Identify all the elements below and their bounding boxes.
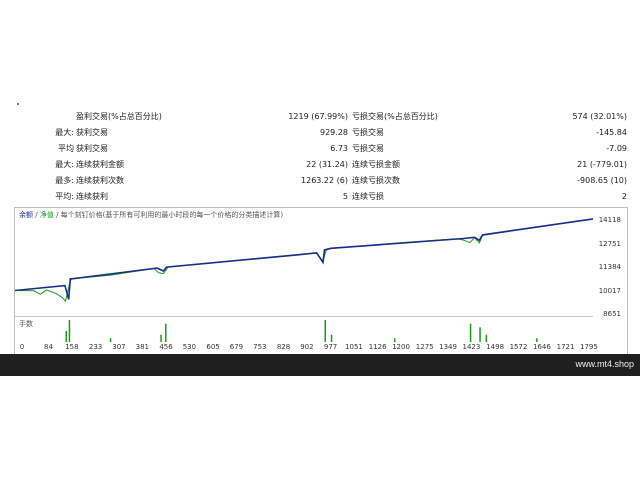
volume-bar	[469, 323, 472, 342]
volume-bar	[485, 334, 488, 342]
x-tick-label: 828	[276, 343, 291, 351]
x-tick-label: 1646	[532, 343, 551, 351]
stats-cell-c2: 连续获利次数	[76, 176, 124, 185]
volume-bar	[394, 338, 396, 342]
stats-cell-c3: 1263.22 (6)	[301, 176, 348, 185]
stats-cell-c2: 连续获利金额	[76, 160, 124, 169]
stats-cell-c5: 574 (32.01%)	[572, 112, 627, 121]
stats-cell-c1: 最大:	[55, 128, 74, 137]
stats-cell-c4: 连续亏损次数	[352, 176, 400, 185]
stats-cell-c1: 最大:	[55, 160, 74, 169]
volume-bar	[165, 323, 167, 342]
stats-cell-c2: 获利交易	[76, 128, 108, 137]
equity-chart-frame: 余额 / 净值 / 每个刻钉价格(基于所有可利用的最小时段的每一个价格的分类描述…	[14, 207, 628, 356]
volume-plot	[65, 320, 538, 342]
stats-row: 盈利交易(%占总百分比) 1219 (67.99%) 亏损交易(%占总百分比) 574…	[0, 109, 640, 125]
x-tick-label: 605	[206, 343, 220, 351]
stats-cell-c1: 平均	[58, 144, 74, 153]
volume-bar	[109, 338, 112, 342]
y-tick-label: 14118	[598, 216, 621, 224]
x-tick-label: 84	[44, 343, 53, 351]
stats-cell-c2: 盈利交易(%占总百分比)	[76, 112, 162, 121]
footer-bar: www.mt4.shop	[0, 354, 640, 376]
stats-cell-c5: 21 (-779.01)	[577, 160, 627, 169]
x-tick-label: 1498	[486, 343, 505, 351]
x-tick-label: 530	[182, 343, 197, 351]
x-tick-label: 1795	[580, 343, 598, 351]
x-tick-label: 1275	[415, 343, 434, 351]
volume-bar	[330, 334, 333, 342]
y-tick-label: 11384	[598, 263, 621, 271]
stats-cell-c5: -7.09	[606, 144, 627, 153]
x-tick-label: 1126	[368, 343, 387, 351]
x-tick-label: 1572	[509, 343, 528, 351]
stats-cell-c5: 2	[621, 192, 627, 201]
x-tick-label: 1200	[392, 343, 410, 351]
stats-cell-c5: -908.65 (10)	[577, 176, 627, 185]
x-tick-label: 1349	[439, 343, 457, 351]
statistics-table: 盈利交易(%占总百分比) 1219 (67.99%) 亏损交易(%占总百分比) 574…	[0, 109, 640, 205]
volume-bar	[536, 338, 538, 342]
volume-bar	[479, 327, 481, 342]
volume-bar	[68, 320, 71, 342]
stats-cell-c3: 1219 (67.99%)	[288, 112, 348, 121]
y-tick-label: 10017	[598, 286, 621, 295]
x-tick-label: 679	[229, 343, 244, 351]
x-tick-label: 1423	[462, 343, 481, 351]
stats-cell-c4: 连续亏损	[352, 192, 384, 201]
stats-cell-c2: 连续获利	[76, 192, 108, 201]
stats-row: 平均 获利交易 6.73 亏损交易 -7.09	[0, 141, 640, 157]
stats-cell-c3: 929.28	[320, 128, 348, 137]
x-tick-label: 0	[19, 343, 25, 351]
top-dot	[17, 103, 19, 105]
x-tick-label: 902	[300, 343, 314, 351]
stats-cell-c3: 22 (31.24)	[306, 160, 348, 169]
x-tick-label: 977	[323, 343, 338, 351]
stats-cell-c4: 连续亏损金额	[352, 160, 400, 169]
stats-cell-c3: 5	[342, 192, 348, 201]
stats-cell-c4: 亏损交易	[352, 144, 384, 153]
y-tick-label: 8651	[603, 310, 621, 318]
stats-row: 最大: 获利交易 929.28 亏损交易 -145.84	[0, 125, 640, 141]
x-tick-label: 307	[112, 343, 126, 351]
x-tick-label: 1721	[556, 343, 575, 351]
x-tick-label: 233	[88, 343, 103, 351]
stats-row: 最大: 连续获利金额 22 (31.24) 连续亏损金额 21 (-779.01)	[0, 157, 640, 173]
balance-line	[15, 218, 593, 300]
plot-divider	[15, 316, 593, 317]
stats-cell-c3: 6.73	[330, 144, 348, 153]
stats-cell-c4: 亏损交易(%占总百分比)	[352, 112, 438, 121]
watermark-text: www.mt4.shop	[575, 359, 634, 369]
x-tick-label: 1051	[345, 343, 363, 351]
x-tick-label: 158	[65, 343, 79, 351]
stats-row: 平均: 连续获利 5 连续亏损 2	[0, 189, 640, 205]
x-tick-label: 381	[135, 343, 150, 351]
stats-cell-c1: 平均:	[55, 192, 74, 201]
balance-equity-plot	[15, 218, 593, 303]
volume-bar	[160, 334, 162, 342]
x-tick-label: 753	[253, 343, 267, 351]
stats-row: 最多: 连续获利次数 1263.22 (6) 连续亏损次数 -908.65 (10)	[0, 173, 640, 189]
stats-cell-c2: 获利交易	[76, 144, 108, 153]
y-tick-label: 12751	[598, 239, 621, 248]
volume-bar	[324, 320, 326, 342]
stats-cell-c1: 最多:	[55, 176, 74, 185]
stats-cell-c4: 亏损交易	[352, 128, 384, 137]
volume-bar	[65, 331, 67, 342]
stats-cell-c5: -145.84	[596, 128, 627, 137]
x-axis-ticks: 0 84 158 233 307 381 456 530 605 679 753 828 902 977 1…	[14, 343, 614, 353]
x-tick-label: 456	[159, 343, 173, 351]
